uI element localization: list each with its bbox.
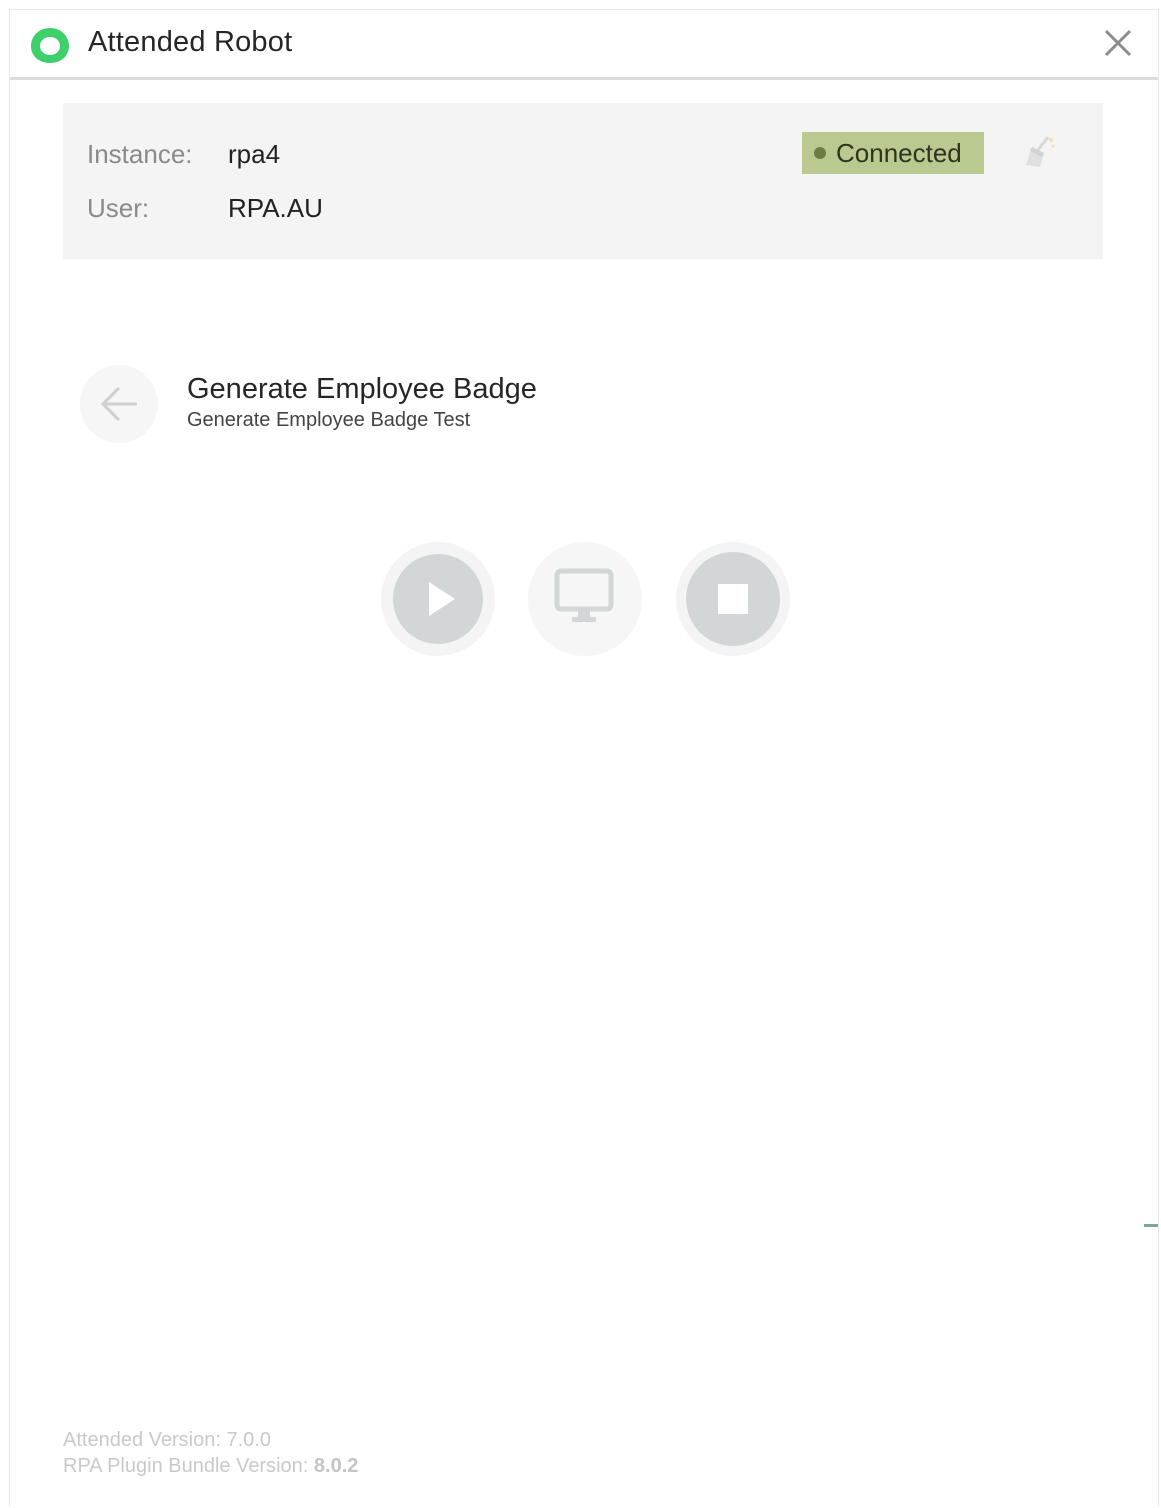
- user-label: User:: [87, 193, 150, 223]
- title-bar: Attended Robot: [10, 10, 1158, 80]
- back-button[interactable]: [80, 365, 158, 443]
- edge-resize-mark: [1144, 1224, 1158, 1227]
- connection-info-panel: Instance: rpa4 User: RPA.AU Connected: [63, 103, 1103, 259]
- instance-label: Instance:: [87, 139, 193, 169]
- monitor-icon: [554, 568, 614, 622]
- stop-button[interactable]: [676, 542, 790, 656]
- play-button[interactable]: [381, 542, 495, 656]
- play-icon: [429, 582, 455, 616]
- bundle-version-value: 8.0.2: [313, 1455, 359, 1477]
- process-title: Generate Employee Badge: [187, 373, 537, 405]
- bundle-version-label: RPA Plugin Bundle Version:: [63, 1455, 309, 1477]
- broom-icon[interactable]: [1018, 133, 1058, 173]
- close-icon[interactable]: [1102, 27, 1134, 59]
- user-value: RPA.AU: [228, 193, 323, 223]
- app-logo-icon: [31, 28, 69, 63]
- display-button[interactable]: [528, 542, 642, 656]
- attended-robot-window: Attended Robot Instance: rpa4 User: RPA.…: [9, 9, 1159, 1506]
- arrow-left-icon: [100, 386, 137, 422]
- status-badge: Connected: [802, 132, 984, 174]
- window-title: Attended Robot: [88, 26, 293, 58]
- instance-value: rpa4: [228, 139, 281, 169]
- attended-version-value: 7.0.0: [226, 1429, 271, 1451]
- attended-version: Attended Version: 7.0.0: [63, 1429, 271, 1452]
- status-text: Connected: [836, 137, 962, 168]
- status-dot-icon: [814, 147, 826, 159]
- attended-version-label: Attended Version:: [63, 1429, 221, 1451]
- stop-icon: [718, 584, 748, 614]
- bundle-version: RPA Plugin Bundle Version: 8.0.2: [63, 1455, 358, 1478]
- process-subtitle: Generate Employee Badge Test: [187, 409, 471, 431]
